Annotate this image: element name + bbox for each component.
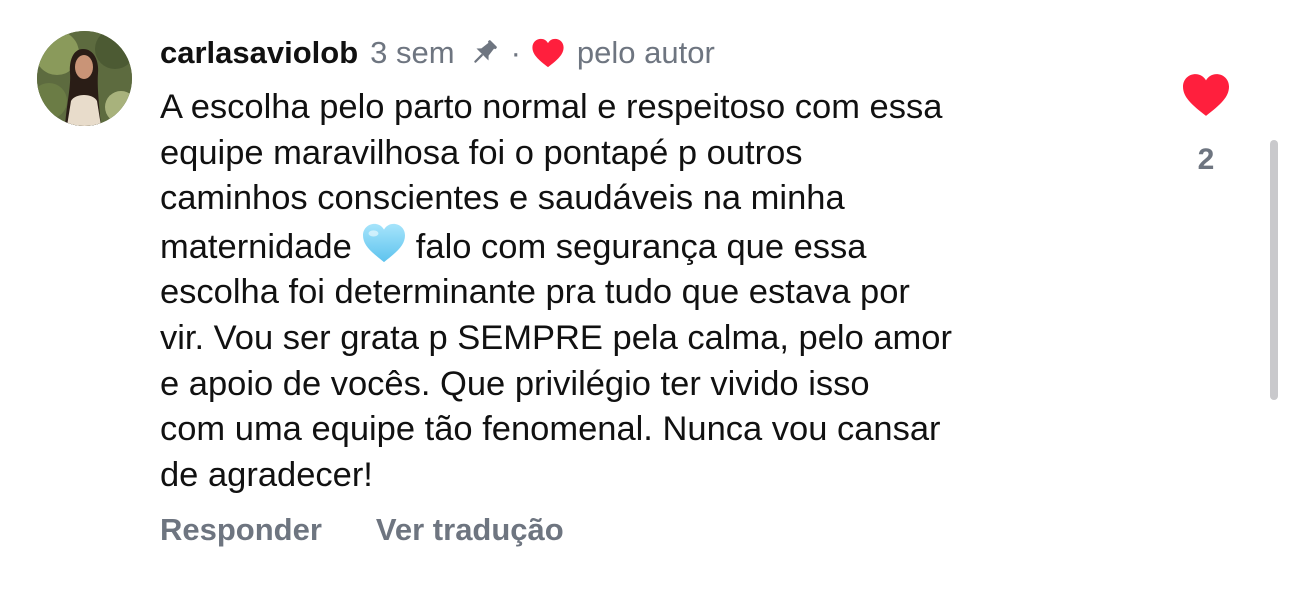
scrollbar[interactable] [1270, 140, 1278, 400]
like-count[interactable]: 2 [1180, 143, 1232, 177]
comment-text: A escolha pelo parto normal e respeitoso… [160, 85, 1150, 498]
light-blue-heart-icon [360, 222, 408, 264]
heart-filled-icon[interactable] [1180, 72, 1232, 118]
see-translation-button[interactable]: Ver tradução [376, 512, 564, 548]
comment-actions: Responder Ver tradução [160, 512, 564, 548]
separator-dot: · [510, 35, 521, 70]
reply-button[interactable]: Responder [160, 512, 322, 548]
comment-text-part-2: falo com segurança que essa escolha foi … [160, 227, 952, 494]
heart-icon [531, 37, 565, 69]
comment-header: carlasaviolob 3 sem · pelo autor [160, 33, 715, 73]
pin-icon [467, 36, 501, 70]
timestamp: 3 sem [370, 35, 455, 70]
avatar-photo [37, 31, 132, 126]
username[interactable]: carlasaviolob [160, 35, 358, 71]
liked-by-author-label: pelo autor [576, 35, 715, 70]
avatar[interactable] [37, 31, 132, 126]
